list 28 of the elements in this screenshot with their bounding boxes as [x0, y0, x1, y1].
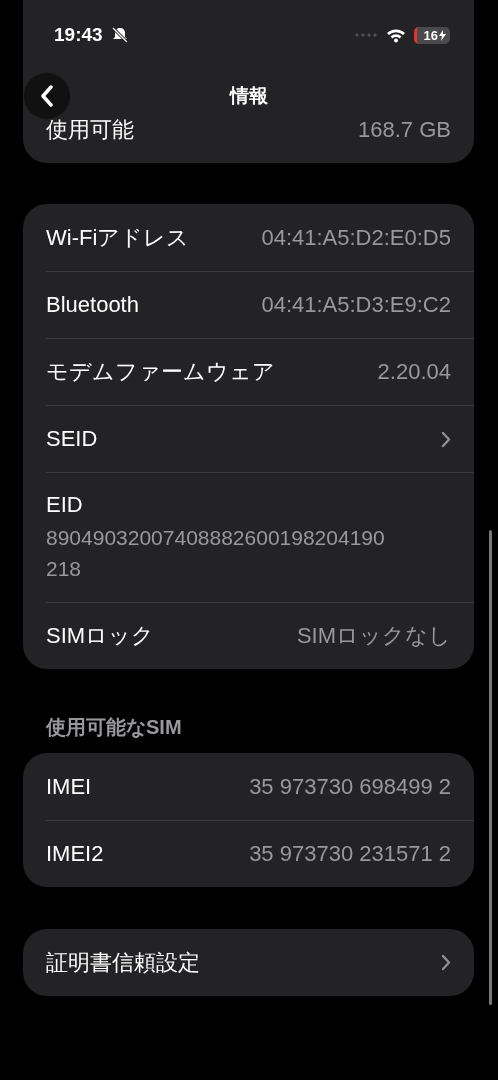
wifi-icon: [385, 27, 406, 43]
nav-title: 情報: [230, 84, 268, 108]
row-value: 89049032007408882600198204190218: [46, 524, 386, 582]
row-label: SEID: [46, 426, 98, 452]
row-label: IMEI: [46, 773, 92, 800]
row-label: 証明書信頼設定: [46, 948, 200, 977]
row-label: モデムファームウェア: [46, 358, 275, 386]
signal-icon: [353, 33, 378, 37]
row-value: 35 973730 698499 2: [249, 773, 451, 800]
settings-row[interactable]: 証明書信頼設定: [46, 929, 474, 996]
row-value: 168.7 GB: [358, 116, 451, 143]
row-value: 2.20.04: [377, 359, 451, 385]
chevron-icon: [441, 430, 451, 448]
row-label: Wi-Fiアドレス: [46, 223, 190, 252]
row-label: SIMロック: [46, 622, 155, 650]
row-label: IMEI2: [46, 841, 104, 867]
row-value: 04:41:A5:D2:E0:D5: [261, 224, 451, 251]
settings-row[interactable]: SEID: [46, 405, 474, 472]
row-value: SIMロックなし: [296, 622, 451, 650]
row-label: Bluetooth: [46, 292, 139, 318]
back-icon: [40, 85, 54, 107]
chevron-icon: [441, 954, 451, 971]
section-header: 使用可能なSIM: [46, 715, 183, 740]
status-time: 19:43: [54, 24, 103, 46]
row-label: EID: [46, 491, 84, 518]
row-value: 35 973730 231571 2: [249, 841, 451, 867]
row-label: 使用可能: [46, 115, 134, 144]
row-value: 04:41:A5:D3:E9:C2: [261, 292, 451, 318]
